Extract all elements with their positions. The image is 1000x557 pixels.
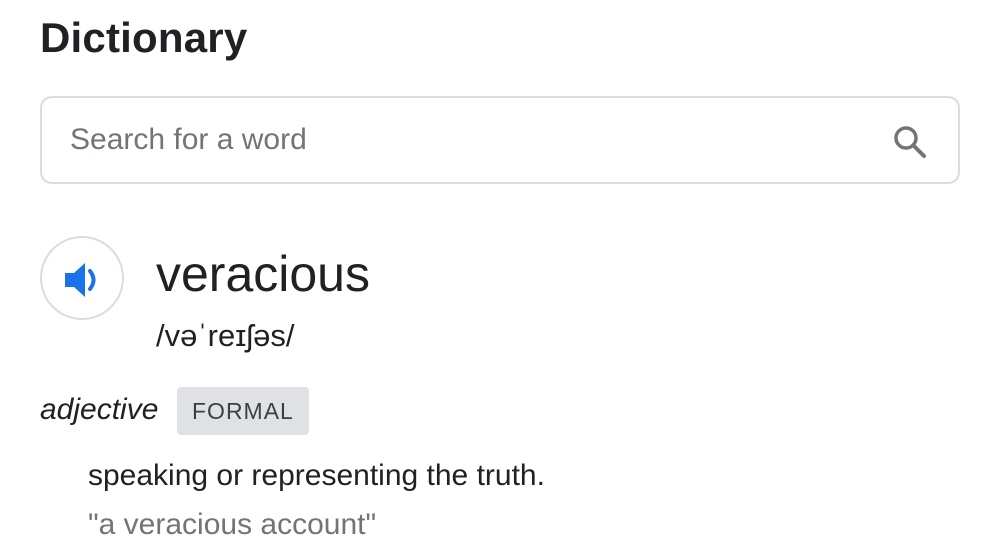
headword: veracious: [156, 246, 370, 302]
speaker-icon: [61, 257, 107, 303]
example-sentence: "a veracious account": [88, 508, 377, 541]
definition-text: speaking or representing the truth.: [88, 459, 545, 492]
phonetic-transcription: /vəˈreɪʃəs/: [156, 318, 295, 353]
search-input[interactable]: [70, 98, 870, 182]
search-icon[interactable]: [890, 122, 930, 162]
page-title: Dictionary: [40, 14, 248, 61]
register-badge: FORMAL: [177, 387, 309, 435]
search-box[interactable]: [40, 96, 960, 184]
dictionary-panel: Dictionary veracious /vəˈreɪʃəs/ adjecti…: [0, 0, 1000, 557]
part-of-speech: adjective: [40, 393, 159, 426]
pronunciation-audio-button[interactable]: [40, 236, 124, 320]
